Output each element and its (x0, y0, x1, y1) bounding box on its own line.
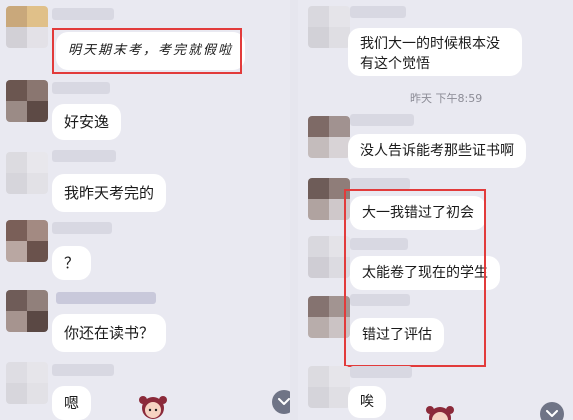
sender-name (52, 8, 114, 20)
avatar[interactable] (308, 296, 350, 338)
message-timestamp: 昨天 下午8:59 (410, 92, 483, 105)
right-chat-panel: 我们大一的时候根本没有这个觉悟 昨天 下午8:59 没人告诉能考那些证书啊 大一… (298, 0, 573, 420)
message-bubble[interactable]: 唉 (348, 386, 386, 418)
chevron-down-icon (546, 410, 558, 417)
scroll-down-button[interactable] (272, 390, 290, 414)
cartoon-girl-icon (426, 406, 454, 420)
message-bubble[interactable]: 好安逸 (52, 104, 122, 140)
avatar[interactable] (6, 220, 48, 262)
message-bubble[interactable]: 嗯 (52, 386, 92, 420)
sender-name (350, 114, 414, 126)
avatar[interactable] (308, 178, 350, 220)
sender-name (52, 222, 112, 234)
message-bubble[interactable]: 我昨天考完的 (52, 174, 167, 212)
chevron-down-icon (278, 398, 290, 405)
avatar[interactable] (308, 6, 350, 48)
message-bubble[interactable]: 没人告诉能考那些证书啊 (348, 134, 526, 168)
message-bubble[interactable]: 太能卷了现在的学生 (350, 256, 500, 290)
avatar[interactable] (6, 80, 48, 122)
avatar[interactable] (6, 152, 48, 194)
message-bubble[interactable]: 你还在读书？ (52, 314, 167, 352)
message-bubble[interactable]: 明天期末考，考完就假啦 (56, 32, 246, 70)
avatar[interactable] (6, 6, 48, 48)
sender-name (52, 82, 110, 94)
message-bubble[interactable]: 大一我错过了初会 (350, 196, 486, 230)
sender-name (350, 294, 410, 306)
avatar[interactable] (308, 116, 350, 158)
sender-name (350, 366, 412, 378)
avatar[interactable] (6, 290, 48, 332)
panel-divider (290, 0, 298, 420)
sender-name (52, 364, 114, 376)
left-chat-panel: 明天期末考，考完就假啦 好安逸 我昨天考完的 ？ 你还在读书？ 嗯 (0, 0, 290, 420)
scroll-down-button[interactable] (540, 402, 564, 420)
sender-name (56, 292, 156, 304)
avatar[interactable] (308, 236, 350, 278)
sender-name (350, 238, 408, 250)
avatar[interactable] (6, 362, 48, 404)
avatar[interactable] (308, 366, 350, 408)
message-bubble[interactable]: 错过了评估 (350, 318, 444, 352)
cartoon-girl-icon (139, 396, 167, 419)
message-bubble[interactable]: 我们大一的时候根本没有这个觉悟 (348, 28, 522, 76)
sender-name (350, 6, 406, 18)
sender-name (350, 178, 410, 190)
message-bubble[interactable]: ？ (52, 246, 92, 280)
sender-name (52, 150, 116, 162)
